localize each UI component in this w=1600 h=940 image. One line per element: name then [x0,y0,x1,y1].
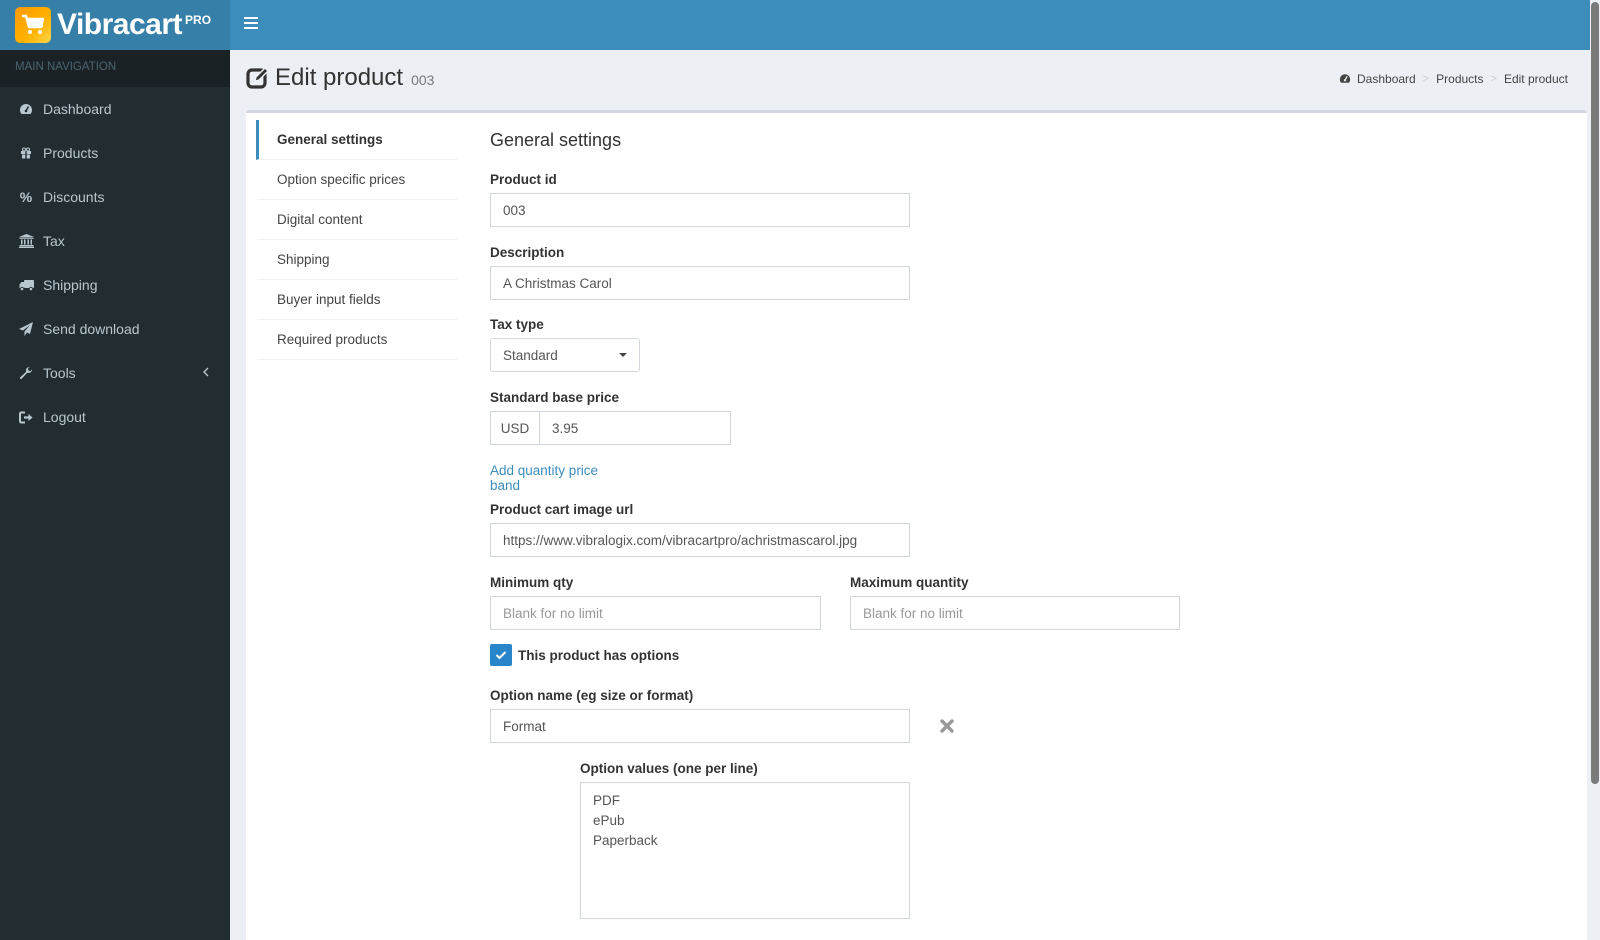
content-header: Edit product 003 Dashboard > Products > … [230,50,1568,110]
truck-icon [18,277,34,293]
breadcrumb-current: Edit product [1503,72,1568,86]
shopping-cart-icon [15,7,51,43]
has-options-row: This product has options [490,644,790,666]
edit-product-box: General settings Option specific prices … [246,110,1587,940]
sidebar-item-send-download[interactable]: Send download [0,307,230,351]
tab-buyer-input-fields[interactable]: Buyer input fields [256,280,458,320]
sidebar-item-label: Products [43,145,99,161]
sidebar-item-label: Discounts [43,189,105,205]
sidebar-item-label: Tools [43,365,76,381]
gift-icon [18,145,34,161]
description-label: Description [490,245,565,260]
tab-option-specific-prices[interactable]: Option specific prices [256,160,458,200]
image-url-input[interactable] [490,523,910,557]
sidebar-item-label: Send download [43,321,140,337]
settings-tabs: General settings Option specific prices … [256,120,458,360]
bank-icon [18,233,34,249]
caret-down-icon [619,353,627,357]
paper-plane-icon [18,321,34,337]
sidebar-item-products[interactable]: Products [0,131,230,175]
has-options-checkbox[interactable] [490,644,512,666]
currency-addon: USD [490,411,540,445]
app-name: Vibracart [57,8,183,41]
tax-type-select[interactable]: Standard [490,338,640,372]
tab-shipping[interactable]: Shipping [256,240,458,280]
chevron-left-icon [202,365,212,379]
tab-required-products[interactable]: Required products [256,320,458,360]
dashboard-icon [1339,73,1351,85]
breadcrumb: Dashboard > Products > Edit product [1339,72,1568,86]
section-title: General settings [490,129,622,150]
page-title-text: Edit product [275,64,404,91]
sign-out-icon [18,409,34,425]
base-price-label: Standard base price [490,390,620,405]
sidebar-item-logout[interactable]: Logout [0,395,230,439]
check-icon [495,651,507,660]
general-settings-form: General settings Product id Description … [490,120,1180,919]
tax-type-label: Tax type [490,317,544,332]
option-values-label: Option values (one per line) [580,761,758,776]
sidebar-item-dashboard[interactable]: Dashboard [0,87,230,131]
max-qty-label: Maximum quantity [850,575,969,590]
sidebar-item-label: Shipping [43,277,98,293]
sidebar-item-label: Logout [43,409,86,425]
product-id-label: Product id [490,172,557,187]
tab-general-settings[interactable]: General settings [256,120,458,160]
percent-icon: % [19,189,33,205]
breadcrumb-products[interactable]: Products [1436,72,1483,86]
app-edition: PRO [185,13,212,27]
description-input[interactable] [490,266,910,300]
edit-icon [246,66,270,90]
option-name-input[interactable] [490,709,910,743]
add-quantity-price-band-link[interactable]: Add quantity price band [490,463,621,493]
min-qty-label: Minimum qty [490,575,574,590]
image-url-label: Product cart image url [490,502,634,517]
product-id-input[interactable] [490,193,910,227]
nav-header: MAIN NAVIGATION [0,50,230,87]
top-navbar [230,0,1600,50]
wrench-icon [18,365,34,381]
min-qty-input[interactable] [490,596,821,630]
sidebar-item-discounts[interactable]: % Discounts [0,175,230,219]
logo[interactable]: Vibracart PRO [0,0,230,50]
sidebar-item-label: Dashboard [43,101,112,117]
dashboard-icon [18,101,34,117]
remove-option-icon[interactable] [940,719,954,733]
sidebar-item-tax[interactable]: Tax [0,219,230,263]
tax-type-value: Standard [503,347,558,363]
has-options-label: This product has options [518,647,680,663]
option-values-textarea[interactable]: PDF ePub Paperback [580,782,910,919]
tab-digital-content[interactable]: Digital content [256,200,458,240]
base-price-group: USD [490,411,731,445]
sidebar-item-tools[interactable]: Tools [0,351,230,395]
sidebar: MAIN NAVIGATION Dashboard Products % Dis… [0,50,230,940]
sidebar-toggle-menu-icon[interactable] [244,17,258,31]
page-scrollbar[interactable] [1590,0,1600,940]
page-title: Edit product 003 [246,64,434,92]
max-qty-input[interactable] [850,596,1180,630]
sidebar-item-shipping[interactable]: Shipping [0,263,230,307]
breadcrumb-separator: > [1422,73,1430,85]
breadcrumb-separator: > [1490,73,1497,85]
base-price-input[interactable] [540,411,731,445]
sidebar-item-label: Tax [43,233,65,249]
option-name-label: Option name (eg size or format) [490,688,694,703]
scrollbar-thumb[interactable] [1591,2,1599,784]
breadcrumb-dashboard[interactable]: Dashboard [1357,72,1416,86]
page-subtitle: 003 [411,72,435,88]
